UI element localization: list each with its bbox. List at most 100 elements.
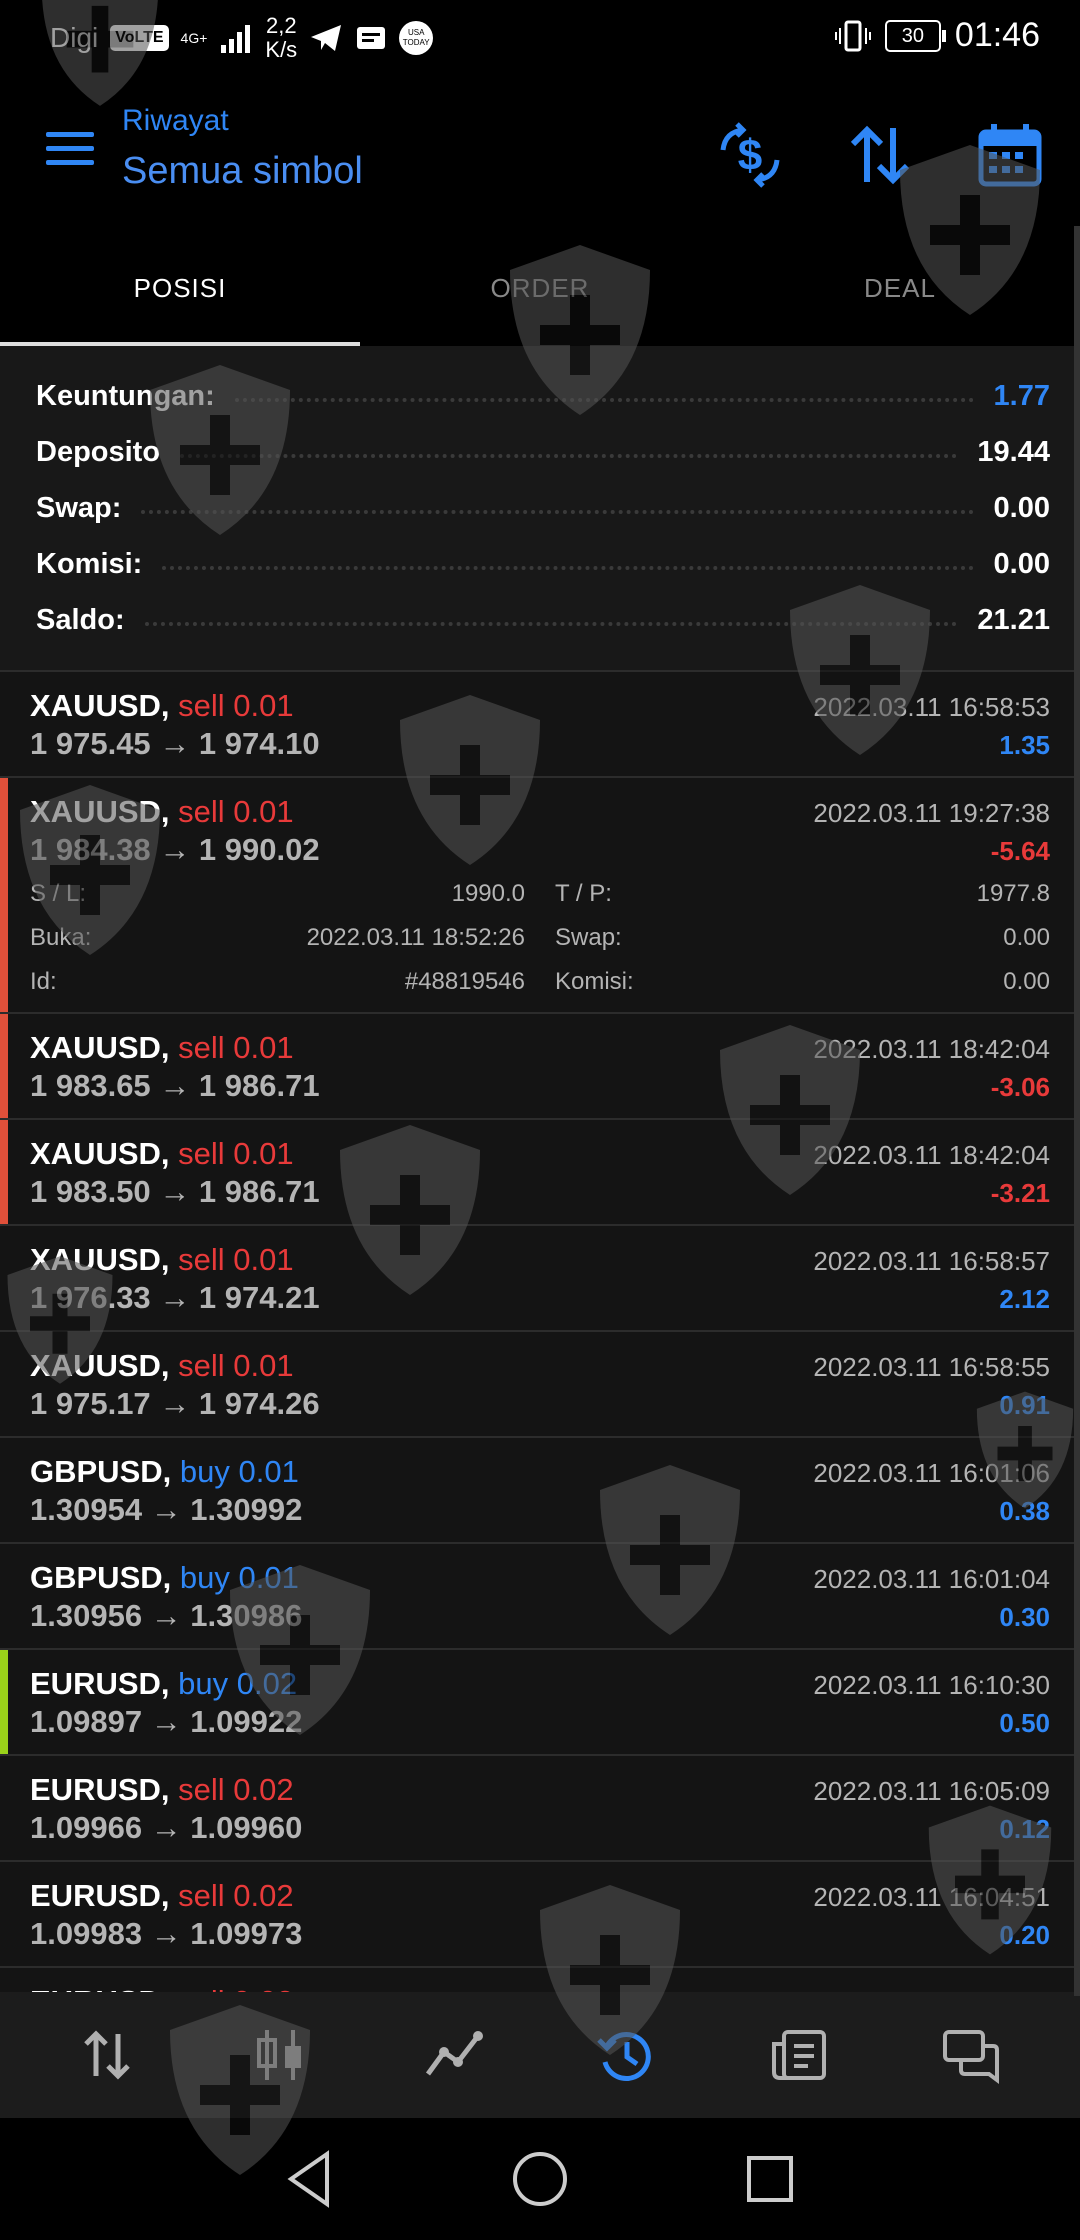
trade-action: sell 0.01 <box>178 794 294 829</box>
trade-symbol-line: XAUUSD, sell 0.01 <box>30 794 294 830</box>
scrollbar[interactable] <box>1074 226 1080 1996</box>
trade-action: sell 0.02 <box>178 1984 293 1992</box>
bottom-nav <box>0 1992 1080 2118</box>
detail-label: Komisi: <box>555 968 634 995</box>
page-title: Semua simbol <box>122 150 363 192</box>
trade-symbol: XAUUSD, <box>30 688 170 723</box>
telegram-icon <box>311 25 342 51</box>
detail-label: S / L: <box>30 880 87 907</box>
trade-profit: 0.50 <box>999 1708 1050 1738</box>
trade-time: 2022.03.11 18:42:04 <box>813 1140 1050 1170</box>
trade-action: sell 0.01 <box>178 1242 294 1277</box>
svg-text:$: $ <box>738 131 762 180</box>
trade-prices: 1.09897 → 1.09922 <box>30 1704 303 1739</box>
status-right: 30 01:46 <box>834 16 1040 55</box>
candlestick-icon[interactable] <box>247 2022 313 2088</box>
back-icon[interactable] <box>277 2146 343 2212</box>
trade-profit: -3.21 <box>990 1178 1050 1208</box>
app-header: Riwayat Semua simbol $ <box>0 80 1080 230</box>
trade-prices: 1 984.38 → 1 990.02 <box>30 832 320 867</box>
trade-action: buy 0.02 <box>178 1666 298 1701</box>
summary-value: 0.00 <box>993 491 1050 524</box>
position-marker <box>0 778 8 1012</box>
trade-list[interactable]: XAUUSD, sell 0.01 1 975.45 → 1 974.10 2022… <box>0 672 1080 1992</box>
net-speed: 2,2 K/s <box>265 14 297 62</box>
news-icon[interactable] <box>766 2022 832 2088</box>
trade-time: 2022.03.11 16:05:09 <box>813 1776 1050 1806</box>
tab-posisi[interactable]: POSISI <box>0 230 360 346</box>
trade-prices: 1 983.65 → 1 986.71 <box>30 1068 320 1103</box>
trade-row[interactable]: EURUSD, sell 0.022022.03.11 16:04:54 <box>0 1968 1080 1992</box>
trade-symbol-line: GBPUSD, buy 0.01 <box>30 1560 299 1596</box>
tab-posisi-label: POSISI <box>133 272 227 303</box>
trade-symbol-line: EURUSD, sell 0.02 <box>30 1878 294 1914</box>
trade-symbol: XAUUSD, <box>30 1136 170 1171</box>
vibrate-icon <box>834 20 871 51</box>
line-chart-icon[interactable] <box>420 2022 486 2088</box>
trade-row[interactable]: XAUUSD, sell 0.01 1 976.33 → 1 974.21 2022… <box>0 1226 1080 1332</box>
header-subtitle: Riwayat <box>122 104 229 137</box>
trade-row[interactable]: GBPUSD, buy 0.01 1.30956 → 1.30986 2022.03… <box>0 1544 1080 1650</box>
trade-action: sell 0.01 <box>178 1136 294 1171</box>
position-marker <box>0 1650 8 1754</box>
summary-row-swap: Swap: 0.00 <box>36 480 1050 536</box>
clock: 01:46 <box>954 16 1040 54</box>
trade-profit: 0.38 <box>999 1496 1050 1526</box>
detail-value: 1977.8 <box>976 880 1050 907</box>
carrier-label: Digi <box>50 22 99 53</box>
trade-symbol: XAUUSD, <box>30 794 170 829</box>
summary-label: Keuntungan: <box>36 379 215 412</box>
trade-row[interactable]: EURUSD, sell 0.02 1.09983 → 1.09973 2022.0… <box>0 1862 1080 1968</box>
updown-arrows-icon[interactable] <box>74 2022 140 2088</box>
chat-icon[interactable] <box>939 2022 1005 2088</box>
summary-label: Deposito <box>36 435 161 468</box>
detail-value: 2022.03.11 18:52:26 <box>306 924 525 951</box>
summary-value: 0.00 <box>993 547 1050 580</box>
battery-icon: 30 <box>884 19 946 52</box>
detail-value: 0.00 <box>1003 968 1050 995</box>
trade-row[interactable]: XAUUSD, sell 0.01 1 984.38 → 1 990.02 2022… <box>0 778 1080 1014</box>
account-summary: Keuntungan: 1.77 Deposito 19.44 Swap: 0.… <box>0 346 1080 672</box>
trade-symbol: EURUSD, <box>30 1878 170 1913</box>
summary-value: 21.21 <box>977 603 1050 636</box>
recents-icon[interactable] <box>737 2146 803 2212</box>
trade-row[interactable]: XAUUSD, sell 0.01 1 975.17 → 1 974.26 2022… <box>0 1332 1080 1438</box>
trade-profit: 1.35 <box>999 730 1050 760</box>
trade-time: 2022.03.11 16:01:06 <box>813 1458 1050 1488</box>
summary-value: 1.77 <box>993 379 1050 412</box>
trade-row[interactable]: EURUSD, sell 0.02 1.09966 → 1.09960 2022.0… <box>0 1756 1080 1862</box>
detail-label: T / P: <box>555 880 612 907</box>
trade-profit: -5.64 <box>990 836 1050 866</box>
trade-symbol: XAUUSD, <box>30 1348 170 1383</box>
trade-row[interactable]: XAUUSD, sell 0.01 1 983.65 → 1 986.71 2022… <box>0 1014 1080 1120</box>
usa-today-icon: USA TODAY <box>399 21 434 55</box>
history-icon[interactable] <box>593 2022 659 2088</box>
trade-prices: 1.09983 → 1.09973 <box>30 1916 303 1951</box>
trade-symbol: EURUSD, <box>30 1772 170 1807</box>
calendar-icon[interactable] <box>975 120 1045 190</box>
trade-row[interactable]: GBPUSD, buy 0.01 1.30954 → 1.30992 2022.03… <box>0 1438 1080 1544</box>
currency-exchange-icon[interactable]: $ <box>715 120 785 190</box>
summary-value: 19.44 <box>977 435 1050 468</box>
trade-time: 2022.03.11 19:27:38 <box>813 798 1050 828</box>
trade-symbol: XAUUSD, <box>30 1030 170 1065</box>
summary-label: Swap: <box>36 491 122 524</box>
tab-deal[interactable]: DEAL <box>720 230 1080 346</box>
trade-row[interactable]: XAUUSD, sell 0.01 1 983.50 → 1 986.71 2022… <box>0 1120 1080 1226</box>
status-bar: Digi VoLTE 4G+ 2,2 K/s USA TODAY 30 01:4… <box>0 0 1080 80</box>
trade-row[interactable]: EURUSD, buy 0.02 1.09897 → 1.09922 2022.03… <box>0 1650 1080 1756</box>
trade-time: 2022.03.11 16:01:04 <box>813 1564 1050 1594</box>
trade-symbol-line: EURUSD, sell 0.02 <box>30 1984 294 1992</box>
tab-order[interactable]: ORDER <box>360 230 720 346</box>
menu-icon[interactable] <box>46 132 94 168</box>
position-marker <box>0 1120 8 1224</box>
trade-time: 2022.03.11 16:58:53 <box>813 692 1050 722</box>
trade-symbol-line: XAUUSD, sell 0.01 <box>30 1348 294 1384</box>
sort-icon[interactable] <box>845 120 915 190</box>
trade-symbol-line: GBPUSD, buy 0.01 <box>30 1454 299 1490</box>
detail-value: #48819546 <box>404 968 525 995</box>
trade-prices: 1 983.50 → 1 986.71 <box>30 1174 320 1209</box>
trade-time: 2022.03.11 18:42:04 <box>813 1034 1050 1064</box>
trade-row[interactable]: XAUUSD, sell 0.01 1 975.45 → 1 974.10 2022… <box>0 672 1080 778</box>
home-icon[interactable] <box>507 2146 573 2212</box>
